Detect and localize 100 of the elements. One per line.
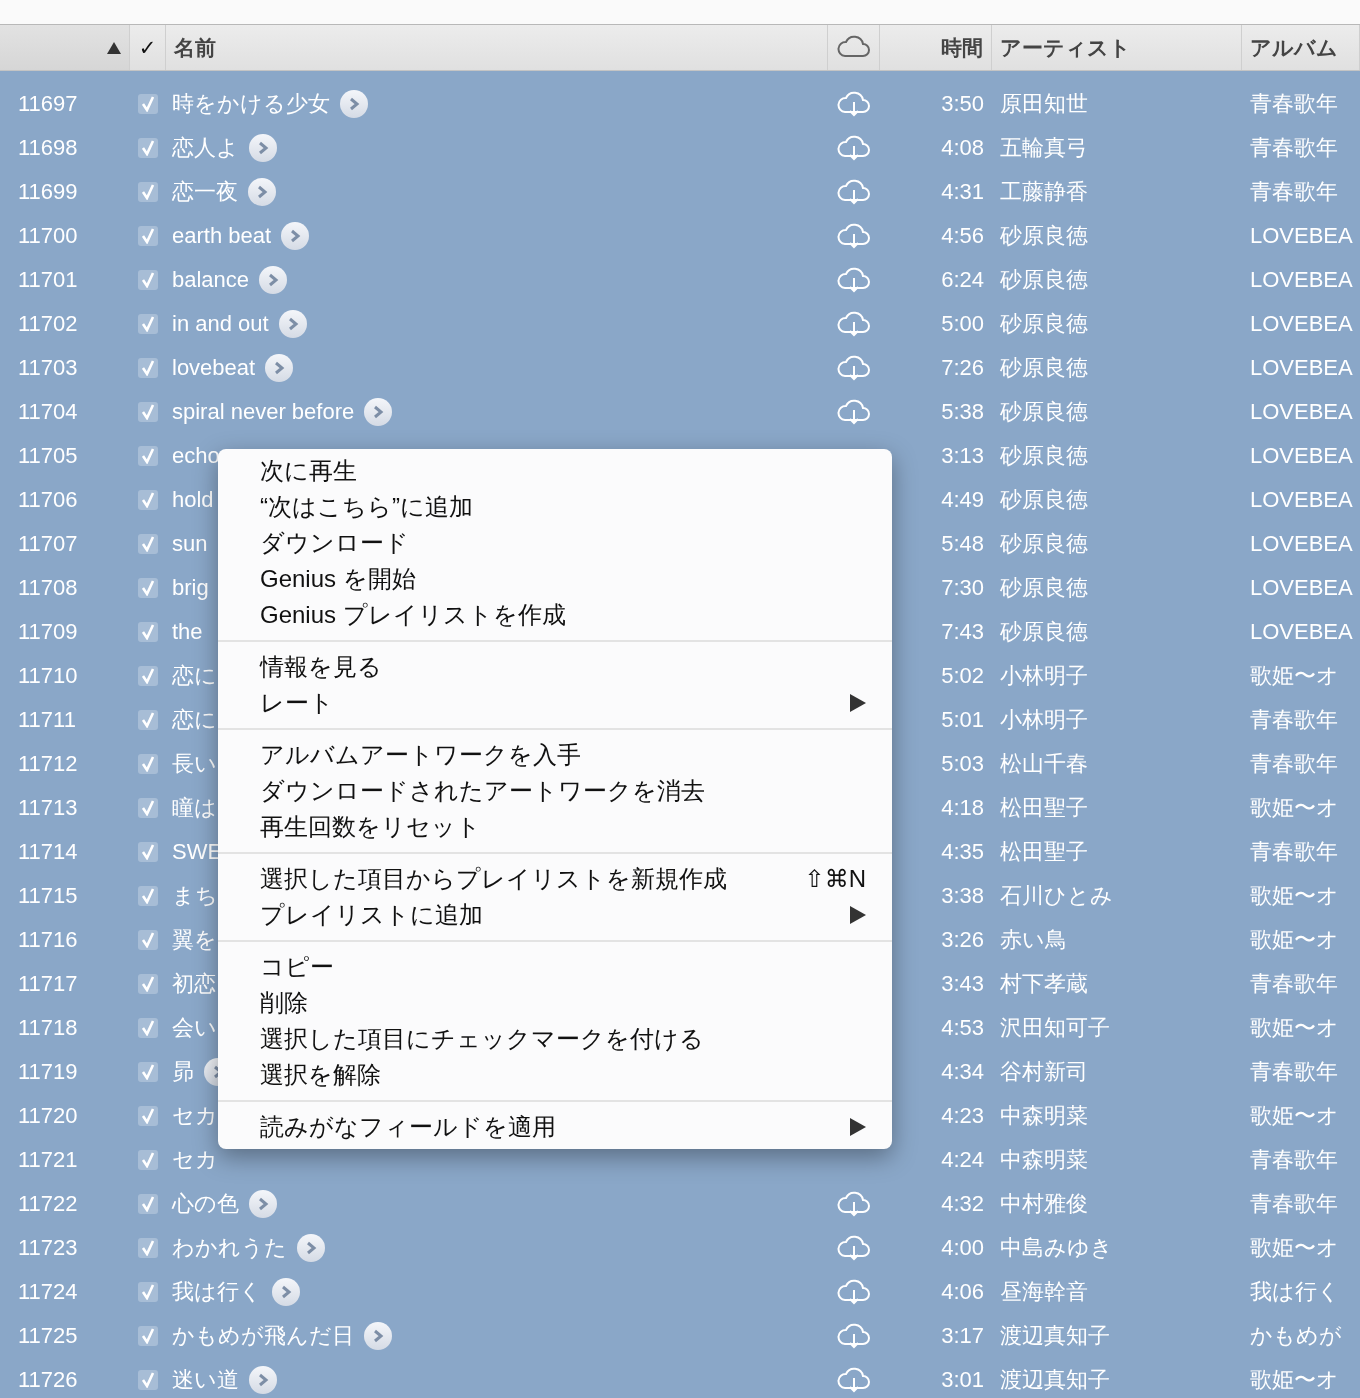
- menu-item[interactable]: ダウンロードされたアートワークを消去: [218, 773, 892, 809]
- checkbox[interactable]: [138, 182, 158, 202]
- checkbox[interactable]: [138, 1370, 158, 1390]
- go-arrow-button[interactable]: [272, 1278, 300, 1306]
- go-arrow-button[interactable]: [265, 354, 294, 382]
- menu-item[interactable]: コピー: [218, 949, 892, 985]
- checkbox[interactable]: [138, 1282, 158, 1302]
- checkbox[interactable]: [138, 1018, 158, 1038]
- go-arrow-button[interactable]: [364, 398, 393, 426]
- track-number: 11710: [18, 663, 78, 689]
- checkbox[interactable]: [138, 534, 158, 554]
- go-arrow-button[interactable]: [248, 178, 276, 206]
- track-artist: 中島みゆき: [1000, 1234, 1113, 1262]
- checkmark-icon: [141, 976, 155, 992]
- go-arrow-button[interactable]: [249, 1366, 277, 1394]
- cloud-download-icon[interactable]: [837, 1279, 871, 1305]
- menu-item[interactable]: 選択した項目からプレイリストを新規作成 ⇧⌘N: [218, 861, 892, 897]
- track-time: 5:48: [941, 531, 984, 557]
- checkbox[interactable]: [138, 94, 158, 114]
- chevron-icon: [256, 185, 268, 199]
- checkbox[interactable]: [138, 1106, 158, 1126]
- track-number: 11703: [18, 355, 78, 381]
- track-time: 3:50: [941, 91, 984, 117]
- column-header[interactable]: 名前: [174, 33, 216, 62]
- menu-item[interactable]: 読みがなフィールドを適用: [218, 1109, 892, 1145]
- menu-item[interactable]: ダウンロード: [218, 525, 892, 561]
- cloud-download-icon[interactable]: [837, 267, 871, 293]
- track-album: 歌姫〜オ: [1250, 882, 1339, 910]
- track-name: 迷い道: [172, 1366, 239, 1394]
- checkbox[interactable]: [138, 710, 158, 730]
- checkbox[interactable]: [138, 270, 158, 290]
- checkbox[interactable]: [138, 754, 158, 774]
- track-time: 7:26: [941, 355, 984, 381]
- cloud-download-icon[interactable]: [837, 311, 871, 337]
- checkbox[interactable]: [138, 666, 158, 686]
- column-header[interactable]: ✓: [138, 35, 157, 60]
- menu-item-label: 再生回数をリセット: [260, 812, 481, 842]
- checkbox[interactable]: [138, 798, 158, 818]
- checkbox[interactable]: [138, 1150, 158, 1170]
- track-number: 11721: [18, 1147, 78, 1173]
- menu-item[interactable]: “次はこちら”に追加: [218, 489, 892, 525]
- cloud-download-icon[interactable]: [837, 179, 871, 205]
- checkbox[interactable]: [138, 1194, 158, 1214]
- column-header[interactable]: アーティスト: [1000, 33, 1131, 62]
- column-header[interactable]: アルバム: [1250, 33, 1338, 62]
- track-artist: 松山千春: [1000, 750, 1088, 778]
- menu-item[interactable]: 選択を解除: [218, 1057, 892, 1093]
- checkbox[interactable]: [138, 358, 158, 378]
- go-arrow-button[interactable]: [249, 1190, 277, 1218]
- menu-item[interactable]: レート: [218, 685, 892, 721]
- checkbox[interactable]: [138, 886, 158, 906]
- go-arrow-button[interactable]: [281, 222, 310, 250]
- checkbox[interactable]: [138, 314, 158, 334]
- menu-item[interactable]: 選択した項目にチェックマークを付ける: [218, 1021, 892, 1057]
- checkbox[interactable]: [138, 930, 158, 950]
- sort-arrow-icon[interactable]: [107, 41, 121, 54]
- menu-item[interactable]: プレイリストに追加: [218, 897, 892, 933]
- checkbox[interactable]: [138, 622, 158, 642]
- cloud-download-icon[interactable]: [837, 1367, 871, 1393]
- track-album: 青春歌年: [1250, 134, 1338, 162]
- menu-item[interactable]: 情報を見る: [218, 649, 892, 685]
- go-arrow-button[interactable]: [364, 1322, 392, 1350]
- checkbox[interactable]: [138, 446, 158, 466]
- menu-item[interactable]: Genius プレイリストを作成: [218, 597, 892, 633]
- checkbox[interactable]: [138, 1326, 158, 1346]
- track-time: 3:26: [941, 927, 984, 953]
- menu-item[interactable]: 削除: [218, 985, 892, 1021]
- checkbox[interactable]: [138, 1062, 158, 1082]
- checkbox[interactable]: [138, 402, 158, 422]
- menu-item[interactable]: 再生回数をリセット: [218, 809, 892, 845]
- cloud-download-icon[interactable]: [837, 399, 871, 425]
- go-arrow-button[interactable]: [249, 134, 277, 162]
- track-artist: 渡辺真知子: [1000, 1322, 1110, 1350]
- go-arrow-button[interactable]: [297, 1234, 325, 1262]
- column-header[interactable]: 時間: [941, 33, 983, 62]
- checkbox[interactable]: [138, 490, 158, 510]
- checkmark-icon: [141, 844, 155, 860]
- go-arrow-button[interactable]: [259, 266, 288, 294]
- track-artist: 中村雅俊: [1000, 1190, 1088, 1218]
- checkbox[interactable]: [138, 1238, 158, 1258]
- menu-item[interactable]: Genius を開始: [218, 561, 892, 597]
- track-time: 5:38: [941, 399, 984, 425]
- go-arrow-button[interactable]: [278, 310, 307, 338]
- checkbox[interactable]: [138, 226, 158, 246]
- cloud-download-icon[interactable]: [837, 355, 871, 381]
- cloud-download-icon[interactable]: [837, 1191, 871, 1217]
- cloud-download-icon[interactable]: [837, 223, 871, 249]
- cloud-download-icon[interactable]: [837, 135, 871, 161]
- go-arrow-button[interactable]: [340, 90, 368, 118]
- cloud-download-icon[interactable]: [837, 91, 871, 117]
- checkbox[interactable]: [138, 578, 158, 598]
- track-album: 歌姫〜オ: [1250, 1014, 1339, 1042]
- checkbox[interactable]: [138, 974, 158, 994]
- checkbox[interactable]: [138, 138, 158, 158]
- menu-item[interactable]: アルバムアートワークを入手: [218, 737, 892, 773]
- cloud-download-icon[interactable]: [837, 1323, 871, 1349]
- track-number: 11701: [18, 267, 78, 293]
- checkbox[interactable]: [138, 842, 158, 862]
- cloud-download-icon[interactable]: [837, 1235, 871, 1261]
- menu-item[interactable]: 次に再生: [218, 453, 892, 489]
